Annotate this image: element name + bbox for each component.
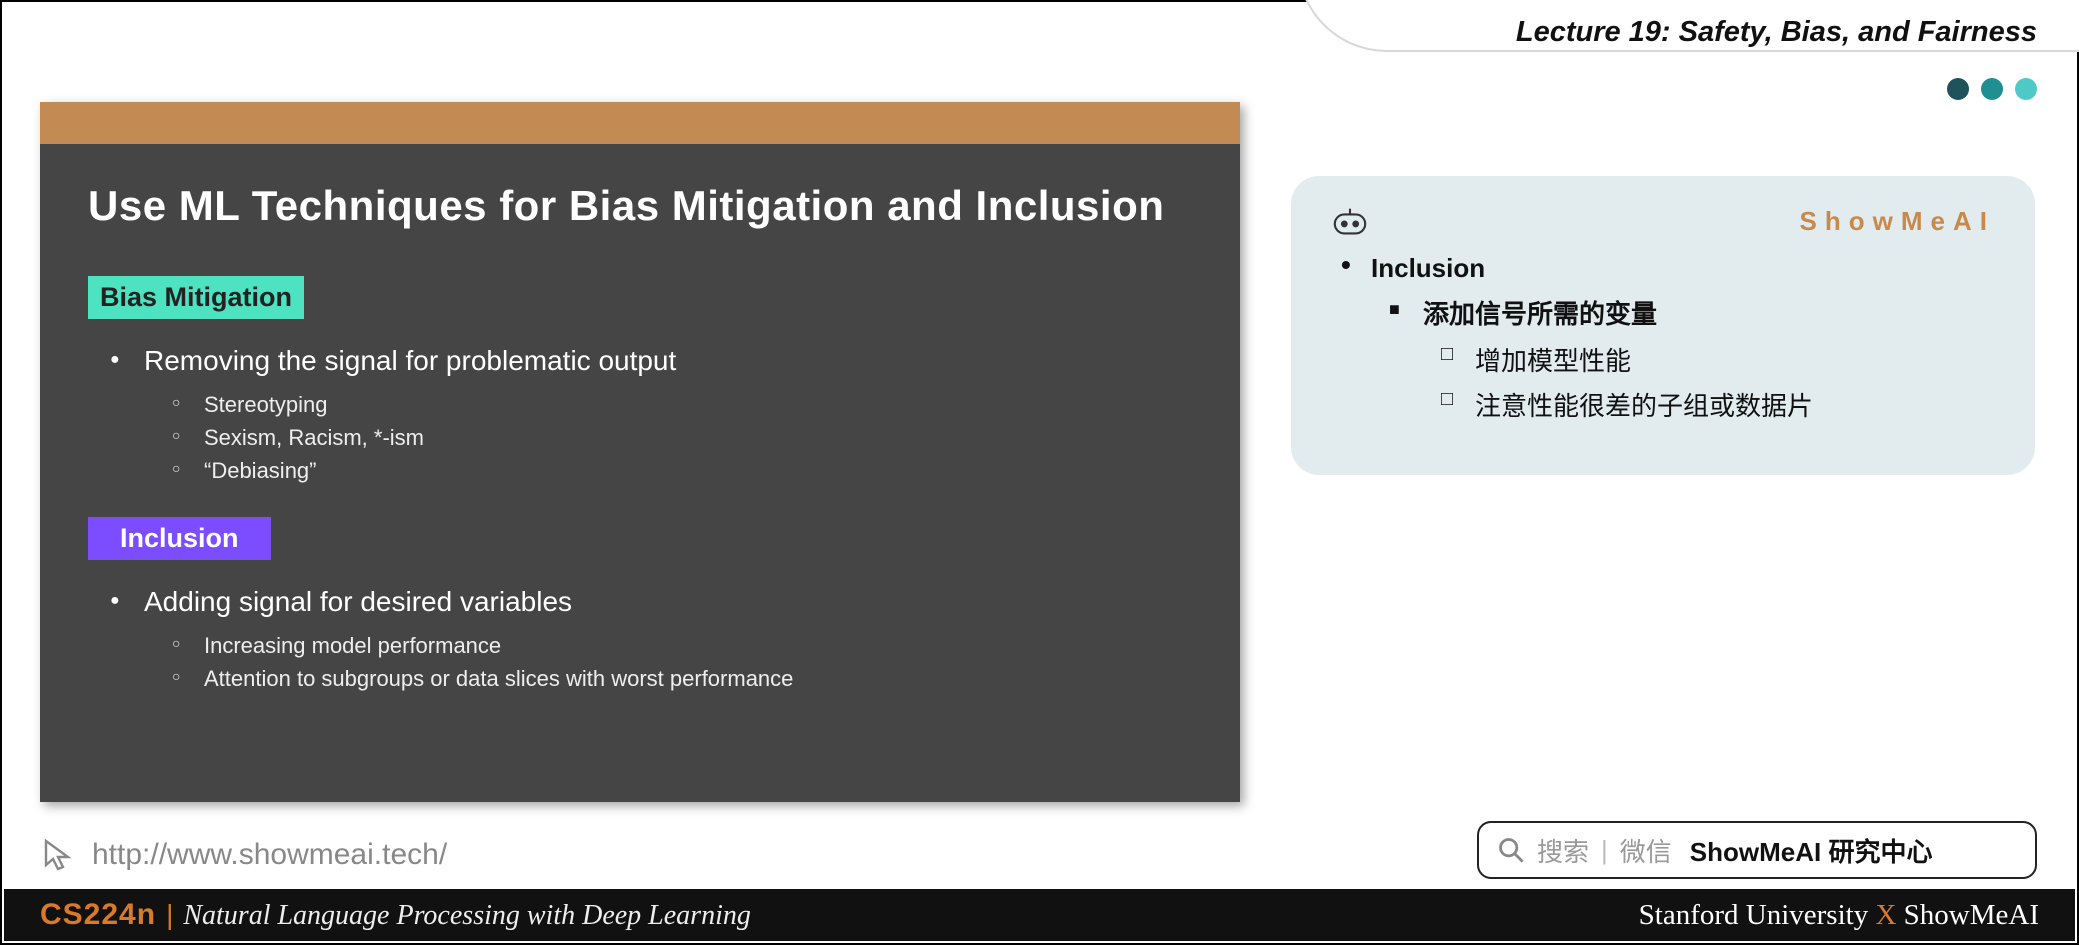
section2-sub2: Attention to subgroups or data slices wi… (144, 662, 1192, 695)
section2-bullets: Adding signal for desired variables Incr… (88, 582, 1192, 695)
search-divider: | (1601, 835, 1608, 866)
footer-pipe: | (166, 899, 173, 931)
decorative-dots (1947, 78, 2037, 100)
notes-panel: ShowMeAI Inclusion 添加信号所需的变量 增加模型性能 注意性能… (1291, 176, 2035, 475)
section2-point: Adding signal for desired variables Incr… (88, 582, 1192, 695)
slide-top-bar (40, 102, 1240, 144)
footer-university: Stanford University (1639, 899, 1869, 931)
slide-title: Use ML Techniques for Bias Mitigation an… (88, 182, 1192, 230)
tag-inclusion: Inclusion (88, 517, 271, 560)
section1-sub3: “Debiasing” (144, 454, 1192, 487)
url-row: http://www.showmeai.tech/ (40, 837, 447, 873)
footer-partner: ShowMeAI (1904, 899, 2039, 931)
note-lvl3a: 增加模型性能 (1331, 341, 1995, 378)
search-hint: 搜索 (1537, 832, 1589, 869)
notes-brand: ShowMeAI (1800, 206, 1995, 237)
url-text: http://www.showmeai.tech/ (92, 838, 447, 872)
note-lvl3b: 注意性能很差的子组或数据片 (1331, 386, 1995, 423)
note-lvl1: Inclusion (1331, 253, 1995, 284)
section1-sub1: Stereotyping (144, 388, 1192, 421)
tag-bias-mitigation: Bias Mitigation (88, 276, 304, 319)
course-code: CS224n (40, 898, 156, 932)
section1-bullets: Removing the signal for problematic outp… (88, 341, 1192, 487)
section2-sub1: Increasing model performance (144, 629, 1192, 662)
section1-point: Removing the signal for problematic outp… (88, 341, 1192, 487)
footer-bar: CS224n | Natural Language Processing wit… (4, 889, 2075, 941)
section1-sub2: Sexism, Racism, *-ism (144, 421, 1192, 454)
lecture-title: Lecture 19: Safety, Bias, and Fairness (1516, 16, 2037, 49)
cursor-icon (40, 837, 76, 873)
note-lvl2: 添加信号所需的变量 (1331, 294, 1995, 331)
course-name: Natural Language Processing with Deep Le… (183, 900, 751, 932)
page-frame: Lecture 19: Safety, Bias, and Fairness U… (0, 0, 2079, 945)
robot-icon (1331, 208, 1369, 236)
search-bold: ShowMeAI 研究中心 (1690, 832, 1933, 869)
search-icon (1497, 836, 1525, 864)
search-wechat: 微信 (1620, 832, 1672, 869)
footer-x: X (1875, 899, 1896, 931)
slide-card: Use ML Techniques for Bias Mitigation an… (40, 102, 1240, 802)
slide-body: Use ML Techniques for Bias Mitigation an… (40, 144, 1240, 763)
search-box[interactable]: 搜索 | 微信 ShowMeAI 研究中心 (1477, 821, 2037, 879)
